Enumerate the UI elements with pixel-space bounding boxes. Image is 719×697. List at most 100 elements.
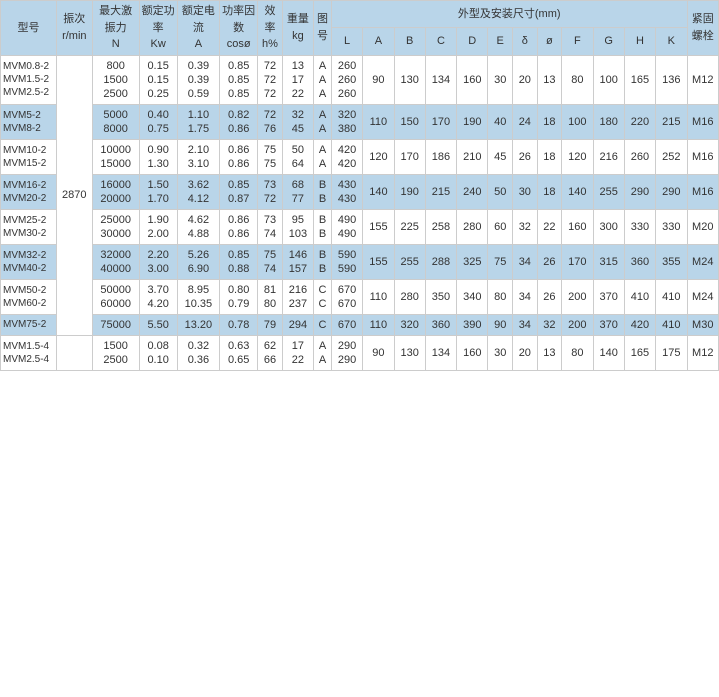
cell-F: 120 xyxy=(562,139,593,174)
hdr-pf: 功率因数cosø xyxy=(220,1,258,56)
cell-C: 186 xyxy=(425,139,456,174)
table-row: MVM1.5-4MVM2.5-4150025000.080.100.320.36… xyxy=(1,335,719,370)
cell-C: 170 xyxy=(425,104,456,139)
cell-A: 120 xyxy=(363,139,394,174)
cell-E: 75 xyxy=(488,244,513,279)
cell-D: 325 xyxy=(457,244,488,279)
hdr-bolt: 紧固螺栓 xyxy=(687,1,719,56)
table-row: MVM32-2MVM40-232000400002.203.005.266.90… xyxy=(1,244,719,279)
cell-G: 370 xyxy=(593,279,624,314)
cell-K: 410 xyxy=(656,314,687,335)
cell-C: 215 xyxy=(425,174,456,209)
cell-F: 80 xyxy=(562,55,593,104)
cell-pf: 0.630.65 xyxy=(220,335,258,370)
cell-eff: 727272 xyxy=(258,55,283,104)
cell-current: 3.624.12 xyxy=(177,174,219,209)
cell-d: 20 xyxy=(513,335,538,370)
cell-force: 50008000 xyxy=(92,104,139,139)
spec-table: 型号 振次r/min 最大激振力N 额定功率Kw 额定电流A 功率因数cosø … xyxy=(0,0,719,371)
cell-diagram: AA xyxy=(314,104,332,139)
cell-model: MVM5-2MVM8-2 xyxy=(1,104,57,139)
cell-A: 110 xyxy=(363,314,394,335)
cell-B: 190 xyxy=(394,174,425,209)
cell-E: 30 xyxy=(488,55,513,104)
hdr-eff: 效率h% xyxy=(258,1,283,56)
cell-H: 420 xyxy=(624,314,655,335)
cell-G: 300 xyxy=(593,209,624,244)
cell-bolt: M20 xyxy=(687,209,719,244)
cell-weight: 5064 xyxy=(282,139,313,174)
cell-d: 34 xyxy=(513,279,538,314)
cell-diagram: BB xyxy=(314,244,332,279)
cell-H: 260 xyxy=(624,139,655,174)
cell-p: 13 xyxy=(537,335,562,370)
cell-H: 165 xyxy=(624,335,655,370)
cell-current: 2.103.10 xyxy=(177,139,219,174)
cell-current: 4.624.88 xyxy=(177,209,219,244)
cell-F: 200 xyxy=(562,314,593,335)
cell-F: 100 xyxy=(562,104,593,139)
hdr-freq: 振次r/min xyxy=(56,1,92,56)
cell-weight: 6877 xyxy=(282,174,313,209)
hdr-A: A xyxy=(363,28,394,55)
cell-C: 134 xyxy=(425,335,456,370)
cell-B: 130 xyxy=(394,55,425,104)
cell-E: 45 xyxy=(488,139,513,174)
cell-force: 75000 xyxy=(92,314,139,335)
cell-diagram: AAA xyxy=(314,55,332,104)
cell-force: 15002500 xyxy=(92,335,139,370)
cell-B: 320 xyxy=(394,314,425,335)
cell-H: 165 xyxy=(624,55,655,104)
cell-power: 0.080.10 xyxy=(139,335,177,370)
cell-model: MVM32-2MVM40-2 xyxy=(1,244,57,279)
cell-bolt: M16 xyxy=(687,139,719,174)
cell-E: 30 xyxy=(488,335,513,370)
hdr-G: G xyxy=(593,28,624,55)
cell-pf: 0.850.88 xyxy=(220,244,258,279)
cell-eff: 7276 xyxy=(258,104,283,139)
cell-E: 40 xyxy=(488,104,513,139)
cell-K: 410 xyxy=(656,279,687,314)
cell-D: 210 xyxy=(457,139,488,174)
cell-B: 280 xyxy=(394,279,425,314)
cell-freq xyxy=(56,335,92,370)
cell-model: MVM0.8-2MVM1.5-2MVM2.5-2 xyxy=(1,55,57,104)
cell-bolt: M16 xyxy=(687,174,719,209)
cell-power: 0.150.150.25 xyxy=(139,55,177,104)
hdr-B: B xyxy=(394,28,425,55)
cell-K: 290 xyxy=(656,174,687,209)
cell-K: 175 xyxy=(656,335,687,370)
cell-H: 330 xyxy=(624,209,655,244)
cell-K: 355 xyxy=(656,244,687,279)
cell-C: 350 xyxy=(425,279,456,314)
cell-current: 0.320.36 xyxy=(177,335,219,370)
cell-F: 200 xyxy=(562,279,593,314)
cell-G: 255 xyxy=(593,174,624,209)
cell-diagram: C xyxy=(314,314,332,335)
cell-E: 60 xyxy=(488,209,513,244)
cell-eff: 8180 xyxy=(258,279,283,314)
cell-E: 50 xyxy=(488,174,513,209)
cell-d: 26 xyxy=(513,139,538,174)
cell-weight: 216237 xyxy=(282,279,313,314)
cell-eff: 6266 xyxy=(258,335,283,370)
cell-model: MVM25-2MVM30-2 xyxy=(1,209,57,244)
cell-force: 3200040000 xyxy=(92,244,139,279)
cell-H: 360 xyxy=(624,244,655,279)
cell-F: 160 xyxy=(562,209,593,244)
cell-pf: 0.850.850.85 xyxy=(220,55,258,104)
cell-G: 315 xyxy=(593,244,624,279)
hdr-phi: ø xyxy=(537,28,562,55)
cell-A: 110 xyxy=(363,279,394,314)
cell-power: 0.400.75 xyxy=(139,104,177,139)
cell-A: 155 xyxy=(363,244,394,279)
cell-L: 670 xyxy=(331,314,362,335)
cell-A: 90 xyxy=(363,335,394,370)
cell-p: 26 xyxy=(537,279,562,314)
cell-p: 18 xyxy=(537,104,562,139)
cell-pf: 0.800.79 xyxy=(220,279,258,314)
cell-C: 288 xyxy=(425,244,456,279)
hdr-force: 最大激振力N xyxy=(92,1,139,56)
cell-power: 1.501.70 xyxy=(139,174,177,209)
cell-p: 18 xyxy=(537,174,562,209)
